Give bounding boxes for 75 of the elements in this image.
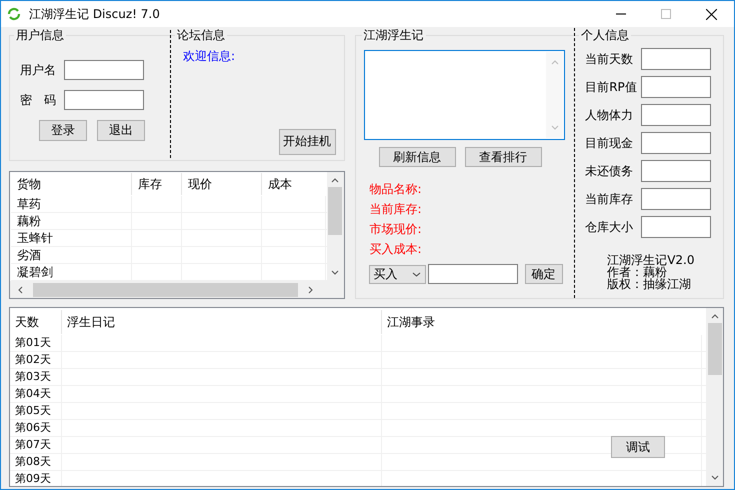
- app-icon: [7, 7, 21, 21]
- column-header[interactable]: 现价: [182, 172, 262, 194]
- table-cell: 第02天: [10, 352, 62, 368]
- table-cell: 第07天: [10, 437, 62, 453]
- input-field[interactable]: [641, 104, 712, 126]
- group-title: 论坛信息: [175, 27, 227, 44]
- action-button[interactable]: 退出: [97, 120, 145, 141]
- table-cell: 第05天: [10, 403, 62, 419]
- action-button[interactable]: 登录: [39, 120, 87, 141]
- input-field[interactable]: [641, 132, 712, 154]
- table-cell: 玉蜂针: [11, 230, 132, 246]
- table-cell: 第04天: [10, 386, 62, 402]
- close-icon[interactable]: [706, 8, 717, 20]
- field-label: 密 码: [20, 92, 57, 108]
- field-label: 目前现金: [585, 134, 634, 152]
- item-label: 市场现价:: [370, 221, 423, 237]
- action-dropdown[interactable]: 买入: [368, 264, 426, 284]
- field-label: 人物体力: [585, 106, 634, 124]
- input-field[interactable]: [641, 160, 712, 182]
- input-field[interactable]: [64, 60, 144, 80]
- table-cell: 凝碧剑: [11, 264, 132, 280]
- input-field[interactable]: [64, 90, 144, 110]
- input-field[interactable]: [641, 76, 712, 98]
- table-cell: 草药: [11, 196, 132, 212]
- column-header[interactable]: 货物: [11, 172, 132, 194]
- quantity-field[interactable]: [428, 264, 518, 284]
- welcome-label: 欢迎信息:: [183, 48, 236, 65]
- input-field[interactable]: [641, 188, 712, 210]
- table-cell: 第09天: [10, 471, 62, 486]
- column-header[interactable]: 天数: [10, 310, 62, 334]
- table-cell: 第08天: [10, 454, 62, 470]
- scroll-down-icon[interactable]: [710, 475, 718, 480]
- table-cell: 藕粉: [11, 212, 132, 228]
- action-button[interactable]: 刷新信息: [378, 147, 456, 167]
- vertical-scrollbar[interactable]: [326, 172, 344, 281]
- table-cell: 第01天: [10, 335, 62, 351]
- field-label: 仓库大小: [585, 218, 634, 236]
- group-title: 用户信息: [14, 27, 66, 44]
- field-label: 当前库存: [585, 190, 634, 208]
- vertical-scrollbar[interactable]: [706, 308, 723, 486]
- credit-text: 江湖浮生记V2.0: [607, 254, 696, 266]
- confirm-button[interactable]: 确定: [524, 264, 563, 284]
- start-button[interactable]: 开始挂机: [278, 128, 336, 154]
- input-field[interactable]: [641, 216, 712, 238]
- field-label: 目前RP值: [585, 78, 638, 96]
- table-cell: 劣酒: [11, 246, 132, 262]
- scroll-right-icon[interactable]: [308, 286, 313, 294]
- window-title: 江湖浮生记 Discuz! 7.0: [29, 6, 160, 22]
- column-header[interactable]: 成本: [262, 172, 326, 194]
- table-cell: 第03天: [10, 369, 62, 385]
- action-button[interactable]: 查看排行: [464, 147, 542, 167]
- credit-text: 作者：藕粉: [607, 266, 668, 278]
- scroll-thumb[interactable]: [708, 323, 722, 375]
- scroll-thumb[interactable]: [328, 186, 342, 234]
- scroll-down-icon[interactable]: [331, 270, 340, 275]
- field-label: 当前天数: [585, 50, 634, 68]
- scroll-left-icon[interactable]: [18, 286, 23, 294]
- table-cell: 第06天: [10, 420, 62, 436]
- scroll-thumb[interactable]: [33, 282, 298, 296]
- scroll-up-icon[interactable]: [331, 178, 340, 182]
- item-label: 当前库存:: [370, 201, 423, 217]
- debug-button[interactable]: 调试: [611, 436, 665, 458]
- credit-text: 版权：抽缘江湖: [607, 278, 692, 290]
- field-label: 未还债务: [585, 162, 634, 180]
- column-header[interactable]: 库存: [132, 172, 182, 194]
- chevron-down-icon: [412, 272, 421, 276]
- column-header[interactable]: 江湖事录: [382, 310, 702, 334]
- group-title: 个人信息: [579, 27, 632, 44]
- item-label: 买入成本:: [370, 241, 423, 257]
- scroll-up-icon[interactable]: [710, 314, 718, 319]
- horizontal-scrollbar[interactable]: [10, 281, 344, 298]
- item-label: 物品名称:: [370, 181, 423, 197]
- input-field[interactable]: [641, 48, 712, 70]
- column-header[interactable]: 浮生日记: [62, 310, 382, 334]
- field-label: 用户名: [20, 62, 57, 78]
